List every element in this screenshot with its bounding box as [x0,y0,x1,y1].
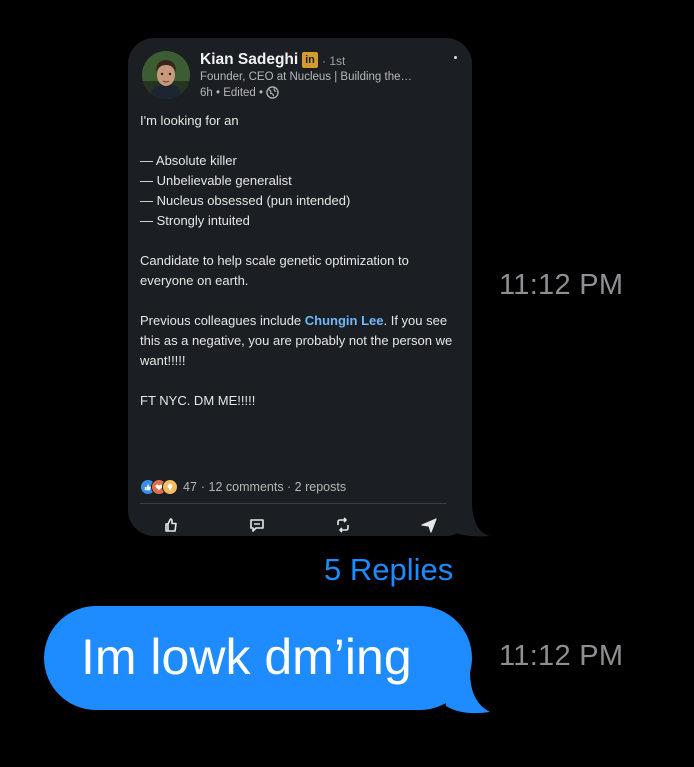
imessage-thread: Kian Sadeghi in · 1st Founder, CEO at Nu… [0,0,694,767]
globe-icon [266,86,279,99]
comment-button[interactable] [248,516,266,534]
repost-icon [337,517,349,533]
author-name[interactable]: Kian Sadeghi [200,51,298,69]
comment-icon [250,519,264,532]
send-button[interactable] [420,516,438,534]
post-bullet: — Nucleus obsessed (pun intended) [140,193,351,208]
avatar-photo [142,51,190,99]
post-meta: 6h • Edited • [200,86,279,99]
reactions-summary[interactable]: 47 · 12 comments · 2 reposts [140,479,346,495]
linkedin-post-card[interactable]: Kian Sadeghi in · 1st Founder, CEO at Nu… [128,38,472,536]
post-bullet: — Unbelievable generalist [140,173,292,188]
like-button[interactable] [162,516,180,534]
post-actions [128,516,472,534]
author-headline: Founder, CEO at Nucleus | Building the… [200,71,413,83]
post-bullet: — Absolute killer [140,153,237,168]
thumbs-up-icon [165,518,177,532]
post-body: I'm looking for an — Absolute killer — U… [140,111,460,411]
reply-bubble-tail [444,672,490,714]
connection-degree: · 1st [322,54,346,68]
mention-link[interactable]: Chungin Lee [305,313,384,328]
repost-button[interactable] [334,516,352,534]
card-bubble-tail [446,496,490,537]
paragraph-text: Previous colleagues include [140,313,305,328]
send-icon [421,518,437,533]
reply-timestamp: 11:12 PM [499,640,624,672]
replies-link[interactable]: 5 Replies [324,552,453,588]
reply-message-text: Im lowk dm’ing [81,629,412,685]
message-timestamp: 11:12 PM [499,269,624,301]
more-options-icon[interactable] [454,56,457,59]
post-intro: I'm looking for an [140,113,239,128]
author-avatar[interactable] [142,51,190,99]
comments-reposts-count[interactable]: · 12 comments · 2 reposts [201,480,346,494]
insightful-reaction-icon [162,479,178,495]
post-bullet: — Strongly intuited [140,213,250,228]
divider [140,503,460,504]
linkedin-premium-icon: in [302,52,318,68]
post-paragraph: FT NYC. DM ME!!!!! [140,393,256,408]
reaction-count: 47 [183,480,197,494]
post-paragraph: Candidate to help scale genetic optimiza… [140,253,409,288]
reply-message-bubble[interactable]: Im lowk dm’ing [44,606,472,710]
post-time-edited: 6h • Edited • [200,86,264,99]
post-paragraph: Previous colleagues include Chungin Lee.… [140,311,460,371]
